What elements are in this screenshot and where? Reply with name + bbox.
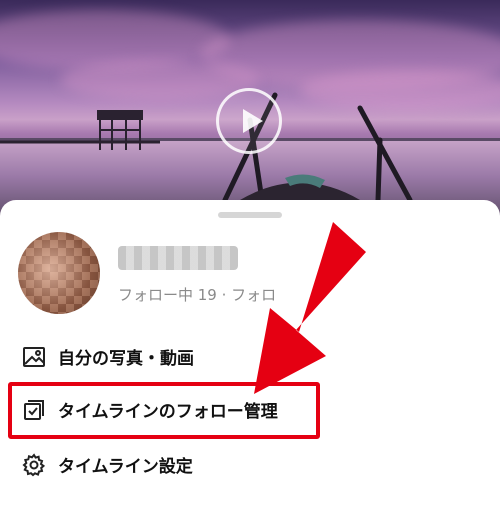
menu-item-timeline-settings-label: タイムライン設定: [58, 457, 193, 477]
profile-name-blurred: [118, 246, 238, 270]
menu-item-photos-label: 自分の写真・動画: [58, 349, 194, 369]
highlight-box: [8, 382, 320, 439]
gear-icon: [22, 452, 46, 476]
play-icon[interactable]: [216, 88, 282, 154]
image-icon: [23, 346, 45, 367]
menu-item-photos[interactable]: 自分の写真・動画: [22, 344, 194, 369]
avatar[interactable]: [18, 232, 100, 314]
follow-stats: フォロー中 19 · フォロ: [118, 286, 277, 304]
cover-photo: [0, 0, 500, 230]
drag-handle[interactable]: [218, 212, 282, 218]
menu-item-timeline-settings[interactable]: タイムライン設定: [22, 452, 193, 477]
